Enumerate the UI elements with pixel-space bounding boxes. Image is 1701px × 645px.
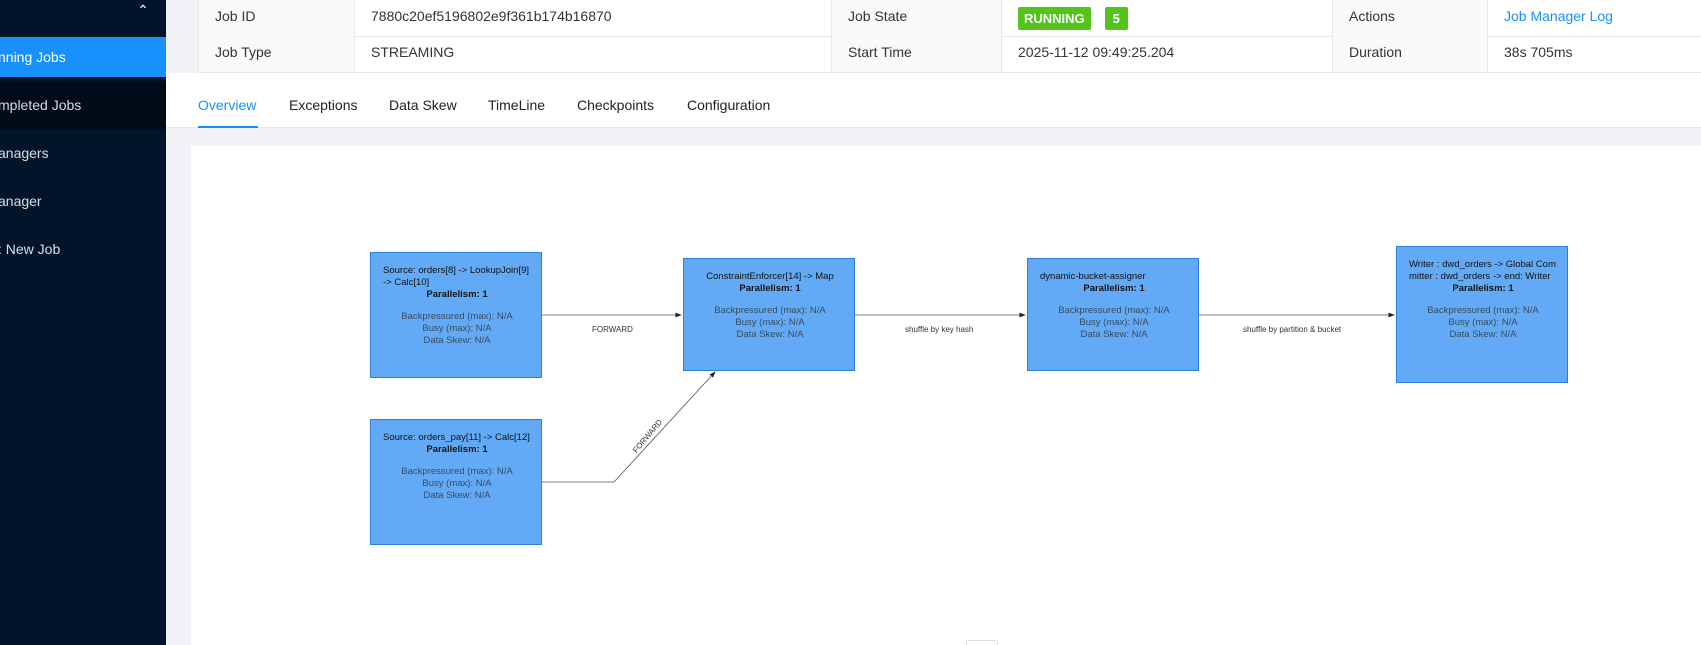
node-backpressured: Backpressured (max): N/A (401, 311, 513, 322)
node-busy: Busy (max): N/A (1448, 317, 1518, 328)
sidebar: ⌃ nning Jobs mpleted Jobs anagers anager… (0, 0, 166, 645)
sidebar-item-completed-jobs[interactable]: mpleted Jobs (0, 85, 166, 125)
chevron-up-icon[interactable]: ⌃ (135, 2, 151, 18)
job-id-label: Job ID (199, 0, 354, 36)
tab-overview[interactable]: Overview (198, 97, 256, 113)
node-data-skew: Data Skew: N/A (1080, 329, 1148, 340)
duration-value: 38s 705ms (1504, 44, 1573, 60)
actions-value: Job Manager Log (1488, 0, 1701, 36)
info-row-2: Job Type STREAMING Start Time 2025-11-12… (199, 36, 1701, 73)
divider (1487, 0, 1488, 73)
tab-bar: Overview Exceptions Data Skew TimeLine C… (166, 73, 1701, 128)
info-row-1: Job ID 7880c20ef5196802e9f361b174b16870 … (199, 0, 1701, 37)
divider (354, 0, 355, 73)
edge-label: shuffle by partition & bucket (1243, 325, 1342, 334)
divider (831, 0, 832, 73)
graph-node-constraint-enforcer[interactable]: ConstraintEnforcer[14] -> Map Parallelis… (683, 258, 855, 371)
divider (1001, 0, 1002, 73)
job-id-value: 7880c20ef5196802e9f361b174b16870 (371, 8, 612, 24)
task-count-badge: 5 (1104, 6, 1128, 30)
edge-label: FORWARD (592, 325, 633, 334)
node-parallelism: Parallelism: 1 (1452, 283, 1514, 294)
node-title: dynamic-bucket-assigner (1040, 271, 1146, 282)
node-title: ConstraintEnforcer[14] -> Map (706, 271, 834, 282)
node-data-skew: Data Skew: N/A (1449, 329, 1517, 340)
node-data-skew: Data Skew: N/A (423, 335, 491, 346)
node-busy: Busy (max): N/A (1079, 317, 1149, 328)
node-backpressured: Backpressured (max): N/A (1427, 305, 1539, 316)
node-title: Writer : dwd_orders -> Global Committer … (1409, 259, 1556, 282)
node-data-skew: Data Skew: N/A (423, 490, 491, 501)
divider (1332, 0, 1333, 73)
node-backpressured: Backpressured (max): N/A (401, 466, 513, 477)
job-manager-log-link[interactable]: Job Manager Log (1504, 8, 1613, 24)
sidebar-item-running-jobs[interactable]: nning Jobs (0, 37, 166, 77)
edge-forward-2 (541, 371, 716, 483)
status-badge: RUNNING (1018, 6, 1091, 30)
sidebar-item-submit-new-job[interactable]: : New Job (0, 229, 166, 269)
node-busy: Busy (max): N/A (735, 317, 805, 328)
node-backpressured: Backpressured (max): N/A (1058, 305, 1170, 316)
tab-configuration[interactable]: Configuration (687, 97, 770, 113)
actions-label: Actions (1333, 0, 1487, 36)
node-title: Source: orders[8] -> LookupJoin[9] -> Ca… (383, 265, 530, 288)
start-time-value: 2025-11-12 09:49:25.204 (1018, 44, 1175, 60)
sidebar-item-task-managers[interactable]: anagers (0, 133, 166, 173)
job-state-label: Job State (832, 0, 1001, 36)
graph-edges (541, 312, 1395, 483)
job-type-label: Job Type (199, 36, 354, 72)
sidebar-item-label: anager (0, 193, 42, 209)
tab-checkpoints[interactable]: Checkpoints (577, 97, 654, 113)
job-state-value: RUNNING 5 (1002, 0, 1332, 36)
node-backpressured: Backpressured (max): N/A (714, 305, 826, 316)
graph-node-orders-pay-source[interactable]: Source: orders_pay[11] -> Calc[12] Paral… (370, 419, 542, 545)
node-data-skew: Data Skew: N/A (736, 329, 804, 340)
graph-node-writer[interactable]: Writer : dwd_orders -> Global Committer … (1396, 246, 1568, 383)
sidebar-item-label: anagers (0, 145, 49, 161)
sidebar-item-label: nning Jobs (0, 49, 66, 65)
tab-data-skew[interactable]: Data Skew (389, 97, 457, 113)
sidebar-item-label: : New Job (0, 241, 61, 257)
duration-label: Duration (1333, 36, 1487, 72)
node-parallelism: Parallelism: 1 (739, 283, 801, 294)
job-type-value: STREAMING (371, 44, 455, 60)
edge-label: shuffle by key hash (905, 325, 974, 334)
tab-timeline[interactable]: TimeLine (488, 97, 545, 113)
graph-node-bucket-assigner[interactable]: dynamic-bucket-assigner Parallelism: 1 B… (1027, 258, 1199, 371)
sidebar-item-job-manager[interactable]: anager (0, 181, 166, 221)
node-parallelism: Parallelism: 1 (426, 289, 488, 300)
node-parallelism: Parallelism: 1 (1083, 283, 1145, 294)
job-graph-canvas[interactable]: FORWARD FORWARD shuffle by key hash shuf… (191, 146, 1701, 645)
job-info-table: Job ID 7880c20ef5196802e9f361b174b16870 … (198, 0, 1701, 73)
node-busy: Busy (max): N/A (422, 478, 492, 489)
node-busy: Busy (max): N/A (422, 323, 492, 334)
node-parallelism: Parallelism: 1 (426, 444, 488, 455)
active-tab-indicator (198, 126, 258, 128)
graph-scroll-handle[interactable] (966, 640, 998, 645)
graph-node-orders-source[interactable]: Source: orders[8] -> LookupJoin[9] -> Ca… (370, 252, 542, 378)
node-title: Source: orders_pay[11] -> Calc[12] (383, 432, 530, 443)
tab-exceptions[interactable]: Exceptions (289, 97, 357, 113)
start-time-label: Start Time (832, 36, 1001, 72)
sidebar-item-label: mpleted Jobs (0, 97, 82, 113)
